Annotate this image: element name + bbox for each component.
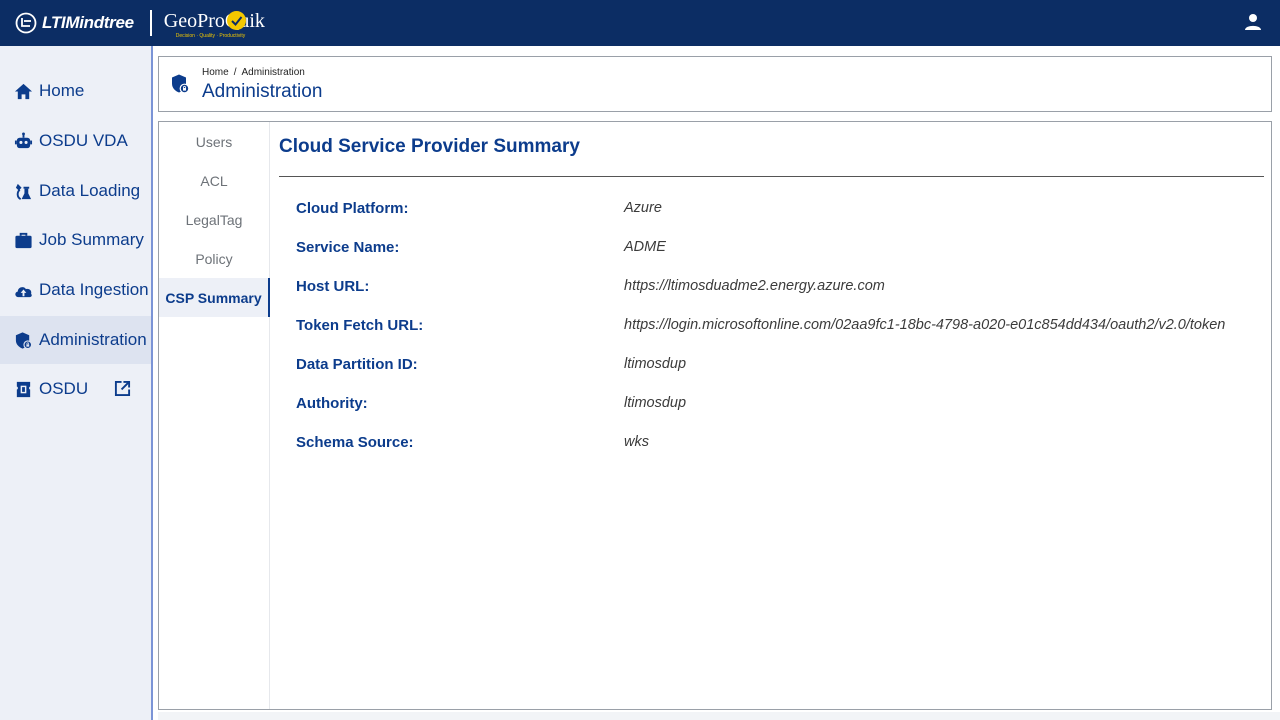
sidebar-item-administration[interactable]: Administration	[0, 316, 151, 364]
field-label: Data Partition ID:	[296, 356, 418, 373]
checkmark-icon	[226, 11, 246, 30]
admin-panel: Users ACL LegalTag Policy CSP Summary Cl…	[158, 121, 1272, 710]
tab-policy[interactable]: Policy	[159, 239, 269, 278]
field-row-host-url: Host URL: https://ltimosduadme2.energy.a…	[270, 278, 1271, 298]
field-row-token-fetch-url: Token Fetch URL: https://login.microsoft…	[270, 317, 1271, 337]
tab-legaltag[interactable]: LegalTag	[159, 200, 269, 239]
page-header: Home / Administration Administration	[158, 56, 1272, 112]
external-link-icon[interactable]	[114, 380, 131, 397]
sidebar-item-osdu-vda[interactable]: OSDU VDA	[0, 117, 151, 165]
sidebar-item-label: Administration	[39, 330, 147, 349]
shield-icon	[15, 331, 33, 349]
sidebar-item-osdu[interactable]: OSDU	[0, 365, 151, 413]
admin-tabs: Users ACL LegalTag Policy CSP Summary	[159, 122, 270, 709]
field-value: ltimosdup	[624, 356, 687, 372]
sidebar-item-label: Home	[39, 81, 85, 100]
field-value: https://login.microsoftonline.com/02aa9f…	[624, 317, 1226, 333]
flask-icon	[15, 183, 32, 200]
field-label: Authority:	[296, 395, 368, 412]
page-footer-strip	[158, 712, 1280, 720]
tab-csp-summary[interactable]: CSP Summary	[159, 278, 270, 317]
field-row-service-name: Service Name: ADME	[270, 239, 1271, 259]
brand: LTIMindtree	[15, 12, 134, 34]
sidebar-item-label: Data Ingestion	[39, 280, 149, 299]
product-tagline: Decision · Quality · Productivity	[175, 33, 246, 39]
breadcrumb-current: Administration	[241, 67, 305, 78]
product-logo: GeoProQuik Decision · Quality · Producti…	[164, 6, 265, 40]
sidebar-item-data-ingestion[interactable]: Data Ingestion	[0, 266, 151, 314]
tab-users[interactable]: Users	[159, 122, 269, 161]
field-label: Schema Source:	[296, 434, 414, 451]
field-label: Cloud Platform:	[296, 200, 409, 217]
csp-summary-panel: Cloud Service Provider Summary Cloud Pla…	[270, 122, 1271, 709]
tab-acl[interactable]: ACL	[159, 161, 269, 200]
field-value: wks	[624, 434, 649, 450]
top-bar: LTIMindtree GeoProQuik Decision · Qualit…	[0, 0, 1280, 46]
field-value: ADME	[624, 239, 666, 255]
field-row-cloud-platform: Cloud Platform: Azure	[270, 200, 1271, 220]
field-row-authority: Authority: ltimosdup	[270, 395, 1271, 415]
page-title: Administration	[202, 81, 323, 102]
sidebar-item-data-loading[interactable]: Data Loading	[0, 167, 151, 215]
breadcrumb: Home / Administration	[202, 67, 305, 78]
ticket-icon	[16, 381, 31, 397]
sidebar-item-label: Job Summary	[39, 230, 144, 249]
brand-divider	[149, 10, 152, 36]
user-icon[interactable]	[1244, 13, 1262, 31]
field-label: Token Fetch URL:	[296, 317, 424, 334]
shield-icon	[172, 74, 190, 94]
briefcase-icon	[15, 232, 32, 248]
cloud-upload-icon	[15, 286, 32, 297]
field-value: Azure	[624, 200, 662, 216]
breadcrumb-separator: /	[233, 67, 237, 78]
brand-name: LTIMindtree	[42, 13, 134, 32]
breadcrumb-home[interactable]: Home	[202, 67, 229, 78]
ltimindtree-logo-icon	[15, 12, 37, 34]
sidebar-item-label: OSDU VDA	[39, 131, 128, 150]
field-label: Host URL:	[296, 278, 370, 295]
section-divider	[279, 176, 1264, 177]
robot-icon	[14, 131, 33, 148]
field-value: https://ltimosduadme2.energy.azure.com	[624, 278, 885, 294]
sidebar: Home OSDU VDA Data Loading Job Summary D…	[0, 46, 153, 720]
sidebar-item-label: Data Loading	[39, 181, 141, 200]
sidebar-item-home[interactable]: Home	[0, 67, 151, 115]
home-icon	[14, 83, 33, 99]
section-title: Cloud Service Provider Summary	[279, 136, 580, 157]
field-label: Service Name:	[296, 239, 400, 256]
field-row-data-partition-id: Data Partition ID: ltimosdup	[270, 356, 1271, 376]
field-row-schema-source: Schema Source: wks	[270, 434, 1271, 454]
product-name: GeoProQuik	[163, 10, 265, 32]
sidebar-item-label: OSDU	[39, 379, 89, 398]
sidebar-item-job-summary[interactable]: Job Summary	[0, 216, 151, 264]
field-value: ltimosdup	[624, 395, 687, 411]
